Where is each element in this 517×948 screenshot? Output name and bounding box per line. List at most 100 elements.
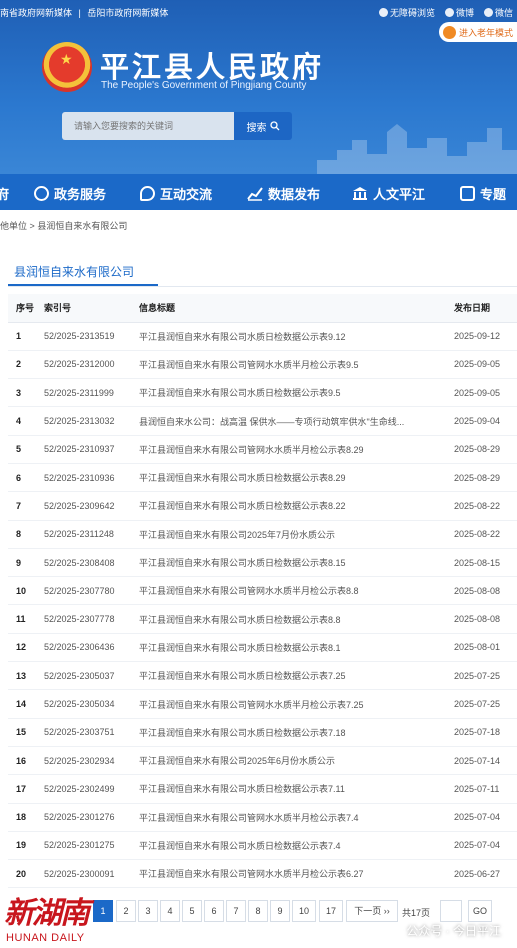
row-index-code: 52/2025-2302934 bbox=[44, 746, 139, 776]
row-index: 14 bbox=[8, 689, 44, 719]
row-title-link[interactable]: 平江县润恒自来水有限公司水质日检数据公示表7.4 bbox=[139, 831, 454, 861]
page-button-9[interactable]: 9 bbox=[270, 900, 290, 922]
page-button-7[interactable]: 7 bbox=[226, 900, 246, 922]
row-title-link[interactable]: 县润恒自来水公司：战高温 保供水——专项行动筑牢供水"生命线... bbox=[139, 406, 454, 436]
table-header-row: 序号 索引号 信息标题 发布日期 bbox=[8, 294, 517, 323]
row-title-link[interactable]: 平江县润恒自来水有限公司水质日检数据公示表8.8 bbox=[139, 604, 454, 634]
city-media-link[interactable]: 岳阳市政府网新媒体 bbox=[87, 8, 168, 18]
topic-icon bbox=[460, 186, 475, 201]
go-button[interactable]: GO bbox=[468, 900, 492, 922]
row-title-link[interactable]: 平江县润恒自来水有限公司2025年6月份水质公示 bbox=[139, 746, 454, 776]
row-title-link[interactable]: 平江县润恒自来水有限公司水质日检数据公示表9.5 bbox=[139, 378, 454, 408]
page-button-3[interactable]: 3 bbox=[138, 900, 158, 922]
row-title-link[interactable]: 平江县润恒自来水有限公司管网水水质半月检公示表7.25 bbox=[139, 689, 454, 719]
row-index-code: 52/2025-2311999 bbox=[44, 378, 139, 408]
province-media-link[interactable]: 南省政府网新媒体 bbox=[0, 8, 72, 18]
row-index-code: 52/2025-2311248 bbox=[44, 520, 139, 549]
nav-item-services[interactable]: 政务服务 bbox=[34, 184, 106, 203]
page-button-5[interactable]: 5 bbox=[182, 900, 202, 922]
page-button-10[interactable]: 10 bbox=[292, 900, 316, 922]
page-total: 共17页 bbox=[402, 908, 431, 918]
row-index: 18 bbox=[8, 803, 44, 832]
top-tools: 无障碍浏览 微博 微信 bbox=[378, 6, 513, 19]
page-button-1[interactable]: 1 bbox=[93, 900, 113, 922]
weibo-label: 微博 bbox=[455, 8, 474, 18]
row-title-link[interactable]: 平江县润恒自来水有限公司管网水水质半月检公示表7.4 bbox=[139, 803, 454, 832]
accessibility-link[interactable]: 无障碍浏览 bbox=[378, 6, 435, 19]
table-row: 2 52/2025-2312000 平江县润恒自来水有限公司管网水水质半月检公示表9… bbox=[8, 350, 517, 380]
table-row: 7 52/2025-2309642 平江县润恒自来水有限公司水质日检数据公示表8.2… bbox=[8, 491, 517, 521]
row-title-link[interactable]: 平江县润恒自来水有限公司水质日检数据公示表7.25 bbox=[139, 661, 454, 691]
national-emblem-icon: ★ bbox=[42, 42, 92, 92]
site-header: 南省政府网新媒体 | 岳阳市政府网新媒体 无障碍浏览 微博 微信 进入老年模式 … bbox=[0, 0, 517, 174]
nav-item-interaction[interactable]: 互动交流 bbox=[140, 184, 212, 203]
search-button[interactable]: 搜索 bbox=[234, 112, 292, 140]
page-button-4[interactable]: 4 bbox=[160, 900, 180, 922]
row-index-code: 52/2025-2307778 bbox=[44, 604, 139, 634]
table-row: 6 52/2025-2310936 平江县润恒自来水有限公司水质日检数据公示表8.2… bbox=[8, 463, 517, 493]
table-row: 1 52/2025-2313519 平江县润恒自来水有限公司水质日检数据公示表9.1… bbox=[8, 322, 517, 351]
row-index: 16 bbox=[8, 746, 44, 776]
top-bar: 南省政府网新媒体 | 岳阳市政府网新媒体 无障碍浏览 微博 微信 bbox=[0, 0, 517, 22]
page-button-8[interactable]: 8 bbox=[248, 900, 268, 922]
nav-item-culture[interactable]: 人文平江 bbox=[352, 184, 425, 203]
row-date: 2025-07-04 bbox=[454, 803, 517, 832]
site-subtitle: The People's Government of Pingjiang Cou… bbox=[101, 80, 307, 91]
row-date: 2025-08-29 bbox=[454, 435, 517, 464]
wechat-link[interactable]: 微信 bbox=[483, 6, 513, 19]
row-index: 5 bbox=[8, 435, 44, 464]
next-page-button[interactable]: 下一页 ›› bbox=[346, 900, 398, 922]
row-date: 2025-06-27 bbox=[454, 859, 517, 889]
row-index: 12 bbox=[8, 633, 44, 663]
table-row: 13 52/2025-2305037 平江县润恒自来水有限公司水质日检数据公示表7.… bbox=[8, 661, 517, 691]
weibo-icon bbox=[444, 8, 454, 17]
row-index: 2 bbox=[8, 350, 44, 380]
breadcrumb-parent-link[interactable]: 他单位 bbox=[0, 221, 27, 231]
table-row: 5 52/2025-2310937 平江县润恒自来水有限公司管网水水质半月检公示表8… bbox=[8, 435, 517, 464]
nav-item-topics[interactable]: 专题 bbox=[460, 184, 506, 203]
page-button-17[interactable]: 17 bbox=[319, 900, 343, 922]
row-date: 2025-08-08 bbox=[454, 576, 517, 606]
weibo-link[interactable]: 微博 bbox=[444, 6, 474, 19]
row-title-link[interactable]: 平江县润恒自来水有限公司管网水水质半月检公示表9.5 bbox=[139, 350, 454, 380]
row-index-code: 52/2025-2313032 bbox=[44, 406, 139, 436]
page-jump-input[interactable] bbox=[440, 900, 462, 922]
row-title-link[interactable]: 平江县润恒自来水有限公司水质日检数据公示表7.11 bbox=[139, 774, 454, 804]
page-button-6[interactable]: 6 bbox=[204, 900, 224, 922]
row-index-code: 52/2025-2310936 bbox=[44, 463, 139, 493]
row-title-link[interactable]: 平江县润恒自来水有限公司水质日检数据公示表8.15 bbox=[139, 548, 454, 578]
elder-mode-button[interactable]: 进入老年模式 bbox=[438, 22, 517, 42]
info-table: 序号 索引号 信息标题 发布日期 1 52/2025-2313519 平江县润恒自来… bbox=[8, 294, 517, 889]
handshake-icon bbox=[34, 186, 49, 201]
table-row: 14 52/2025-2305034 平江县润恒自来水有限公司管网水水质半月检公示表… bbox=[8, 689, 517, 719]
row-index: 9 bbox=[8, 548, 44, 578]
row-title-link[interactable]: 平江县润恒自来水有限公司水质日检数据公示表9.12 bbox=[139, 322, 454, 351]
row-index-code: 52/2025-2303751 bbox=[44, 718, 139, 747]
nav-label: 专题 bbox=[480, 187, 507, 202]
row-title-link[interactable]: 平江县润恒自来水有限公司2025年7月份水质公示 bbox=[139, 520, 454, 549]
search-input[interactable] bbox=[62, 112, 234, 140]
row-index: 15 bbox=[8, 718, 44, 747]
link-separator: | bbox=[78, 8, 81, 18]
row-index: 11 bbox=[8, 604, 44, 634]
table-row: 20 52/2025-2300091 平江县润恒自来水有限公司管网水水质半月检公示表… bbox=[8, 859, 517, 889]
row-index-code: 52/2025-2313519 bbox=[44, 322, 139, 351]
row-title-link[interactable]: 平江县润恒自来水有限公司水质日检数据公示表8.29 bbox=[139, 463, 454, 493]
row-title-link[interactable]: 平江县润恒自来水有限公司管网水水质半月检公示表6.27 bbox=[139, 859, 454, 889]
nav-item-gov[interactable]: 府 bbox=[0, 184, 9, 203]
col-header-code: 索引号 bbox=[44, 294, 139, 323]
search-button-label: 搜索 bbox=[246, 122, 267, 134]
row-title-link[interactable]: 平江县润恒自来水有限公司水质日检数据公示表8.22 bbox=[139, 491, 454, 521]
table-row: 9 52/2025-2308408 平江县润恒自来水有限公司水质日检数据公示表8.1… bbox=[8, 548, 517, 578]
page-button-2[interactable]: 2 bbox=[116, 900, 136, 922]
row-title-link[interactable]: 平江县润恒自来水有限公司管网水水质半月检公示表8.8 bbox=[139, 576, 454, 606]
row-date: 2025-08-29 bbox=[454, 463, 517, 493]
row-title-link[interactable]: 平江县润恒自来水有限公司管网水水质半月检公示表8.29 bbox=[139, 435, 454, 464]
nav-item-data[interactable]: 数据发布 bbox=[247, 184, 320, 203]
breadcrumb-separator: > bbox=[29, 221, 35, 231]
row-index: 3 bbox=[8, 378, 44, 408]
row-title-link[interactable]: 平江县润恒自来水有限公司水质日检数据公示表8.1 bbox=[139, 633, 454, 663]
breadcrumb-current[interactable]: 县润恒自来水有限公司 bbox=[37, 221, 127, 231]
wechat-account-label: 公众号 · 今日平江 bbox=[406, 924, 501, 938]
row-title-link[interactable]: 平江县润恒自来水有限公司水质日检数据公示表7.18 bbox=[139, 718, 454, 747]
